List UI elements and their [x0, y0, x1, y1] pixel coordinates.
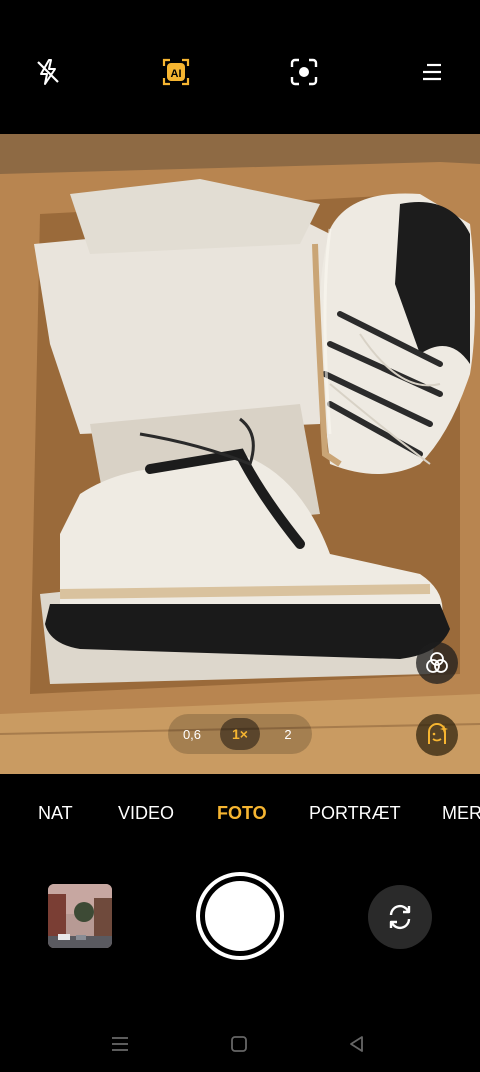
- home-icon[interactable]: [225, 1030, 253, 1058]
- zoom-2-button[interactable]: 2: [268, 718, 308, 750]
- mode-more[interactable]: MER: [442, 803, 480, 824]
- camera-mode-strip: NAT VIDEO FOTO PORTRÆT MER: [0, 795, 480, 835]
- camera-app: AI 0,6 1× 2 NAT VIDEO FOTO PORTRÆT MER: [0, 0, 480, 1072]
- filter-icon[interactable]: [416, 642, 458, 684]
- zoom-selector: 0,6 1× 2: [168, 714, 312, 754]
- mode-portrait[interactable]: PORTRÆT: [309, 803, 401, 824]
- camera-top-bar: AI: [0, 0, 480, 134]
- google-lens-icon[interactable]: [284, 52, 324, 92]
- beauty-icon[interactable]: [416, 714, 458, 756]
- mode-night[interactable]: NAT: [38, 803, 73, 824]
- camera-preview-image: [0, 134, 480, 774]
- shutter-inner: [205, 881, 275, 951]
- zoom-0-6-button[interactable]: 0,6: [172, 718, 212, 750]
- system-navigation-bar: [0, 1020, 480, 1066]
- shutter-button[interactable]: [196, 872, 284, 960]
- flash-off-icon[interactable]: [28, 52, 68, 92]
- gallery-thumbnail[interactable]: [48, 884, 112, 948]
- viewfinder[interactable]: 0,6 1× 2: [0, 134, 480, 774]
- ai-scene-button[interactable]: AI: [156, 52, 196, 92]
- ai-label: AI: [171, 68, 182, 80]
- zoom-1x-button[interactable]: 1×: [220, 718, 260, 750]
- mode-photo[interactable]: FOTO: [217, 803, 267, 824]
- recent-apps-icon[interactable]: [106, 1030, 134, 1058]
- mode-video[interactable]: VIDEO: [118, 803, 174, 824]
- back-icon[interactable]: [343, 1030, 371, 1058]
- switch-camera-icon[interactable]: [368, 885, 432, 949]
- menu-icon[interactable]: [412, 52, 452, 92]
